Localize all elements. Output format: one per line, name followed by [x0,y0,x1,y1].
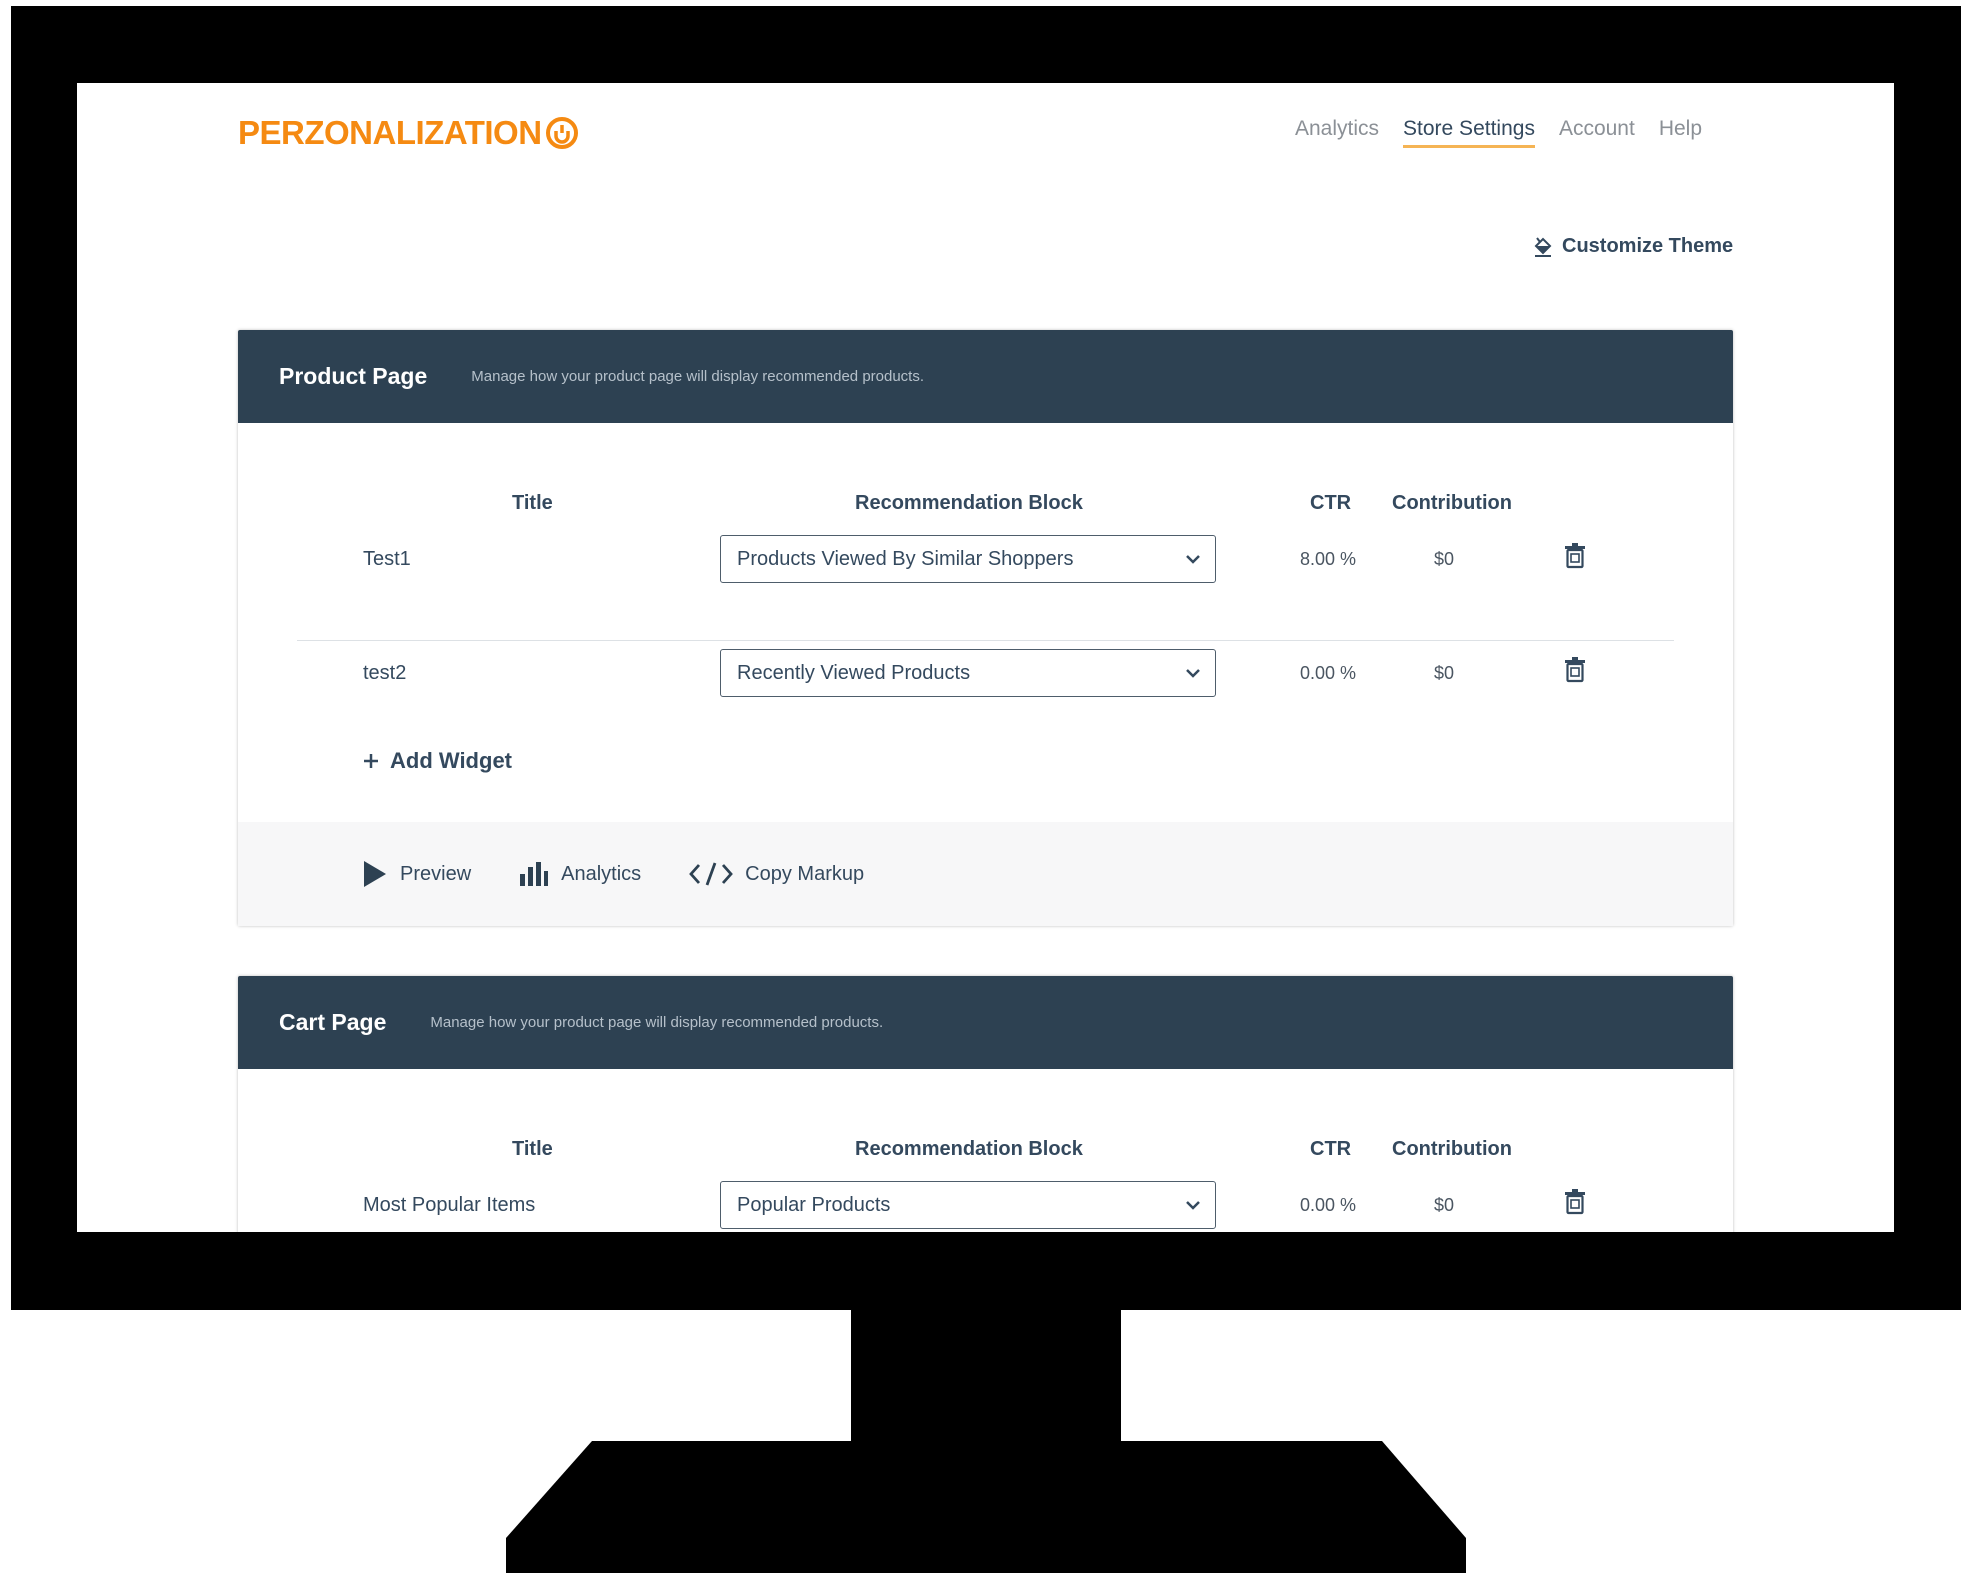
recommendation-block-select[interactable]: Recently Viewed Products [720,649,1216,697]
widget-title: test2 [363,662,407,684]
top-nav: Analytics Store Settings Account Help [1295,117,1702,148]
column-header-ctr: CTR [1310,492,1352,514]
contribution-value: $0 [1433,549,1455,569]
bar-chart-icon [520,862,549,886]
trash-icon[interactable] [1564,1189,1586,1215]
preview-button[interactable]: Preview [362,860,471,888]
contribution-value: $0 [1433,663,1455,683]
add-widget-button[interactable]: Add Widget [362,748,512,774]
trash-icon[interactable] [1564,657,1586,683]
card-title: Cart Page [279,1009,387,1035]
ctr-value: 8.00 % [1299,549,1357,569]
card-header: Product Page Manage how your product pag… [238,330,1733,423]
logo-text: PERZONALIZATION [238,114,542,151]
nav-store-settings[interactable]: Store Settings [1403,117,1535,148]
trash-icon[interactable] [1564,543,1586,569]
customize-theme-label: Customize Theme [1562,235,1734,257]
monitor-neck [851,1308,1121,1443]
card-description: Manage how your product page will displa… [430,1014,884,1031]
add-widget-label: Add Widget [390,748,512,773]
card-footer: Preview Analytics Copy Markup [238,822,1733,926]
analytics-label: Analytics [561,862,642,885]
row-divider [297,640,1674,641]
ctr-value: 0.00 % [1299,663,1357,683]
analytics-button[interactable]: Analytics [519,861,641,887]
contribution-value: $0 [1433,1195,1455,1215]
widget-title: Most Popular Items [363,1194,536,1216]
chevron-down-icon [1186,1201,1200,1210]
select-value: Recently Viewed Products [737,661,971,684]
plus-icon [364,754,378,768]
copy-markup-button[interactable]: Copy Markup [689,861,864,887]
copy-markup-label: Copy Markup [745,862,865,885]
column-header-contribution: Contribution [1392,1138,1512,1160]
card-header: Cart Page Manage how your product page w… [238,976,1733,1069]
column-header-title: Title [512,492,553,514]
chevron-down-icon [1186,669,1200,678]
app-screen: PERZONALIZATION Analytics Store Settings… [77,83,1894,1232]
column-header-contribution: Contribution [1392,492,1512,514]
preview-label: Preview [400,862,472,885]
ctr-value: 0.00 % [1299,1195,1357,1215]
card-description: Manage how your product page will displa… [471,368,925,385]
code-icon [689,862,734,886]
brand-logo[interactable]: PERZONALIZATION [238,113,579,153]
customize-theme-button[interactable]: Customize Theme [1532,235,1733,258]
recommendation-block-select[interactable]: Popular Products [720,1181,1216,1229]
recommendation-block-select[interactable]: Products Viewed By Similar Shoppers [720,535,1216,583]
paint-bucket-icon [1534,236,1552,257]
nav-analytics[interactable]: Analytics [1295,117,1379,148]
select-value: Popular Products [737,1193,891,1216]
column-header-block: Recommendation Block [855,492,1083,514]
play-icon [364,861,386,887]
column-header-title: Title [512,1138,553,1160]
column-header-ctr: CTR [1310,1138,1352,1160]
nav-help[interactable]: Help [1659,117,1702,148]
power-icon [545,117,578,149]
chevron-down-icon [1186,555,1200,564]
cart-page-card: Cart Page Manage how your product page w… [238,976,1733,1232]
card-title: Product Page [279,363,428,389]
product-page-card: Product Page Manage how your product pag… [238,330,1733,926]
select-value: Products Viewed By Similar Shoppers [737,547,1074,570]
nav-account[interactable]: Account [1559,117,1635,148]
widget-title: Test1 [363,548,411,570]
column-header-block: Recommendation Block [855,1138,1083,1160]
